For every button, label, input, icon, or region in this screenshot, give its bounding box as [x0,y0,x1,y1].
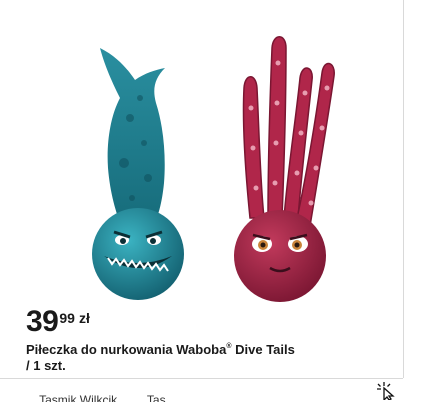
product-price: 39 99 zł [26,305,90,341]
product-unit: / 1 szt. [26,358,66,373]
divider [0,378,403,379]
shark-ball [92,208,184,300]
price-decimals: 99 [59,310,75,326]
octopus-ball [234,210,326,302]
price-integer: 39 [26,305,59,338]
price-currency: zł [78,310,90,326]
product-title-main: Piłeczka do nurkowania Waboba [26,342,227,357]
octopus-tentacles [242,36,335,227]
click-cursor-icon [372,382,396,402]
shark-tail [100,48,165,228]
product-title[interactable]: Piłeczka do nurkowania Waboba® Dive Tail… [26,339,356,374]
next-product-text: ... Tasmik Wilkcik ... ... Tas... [26,394,176,402]
dive-tails-illustration [92,36,335,302]
product-image[interactable] [60,18,360,318]
product-title-rest: Dive Tails [231,342,295,357]
